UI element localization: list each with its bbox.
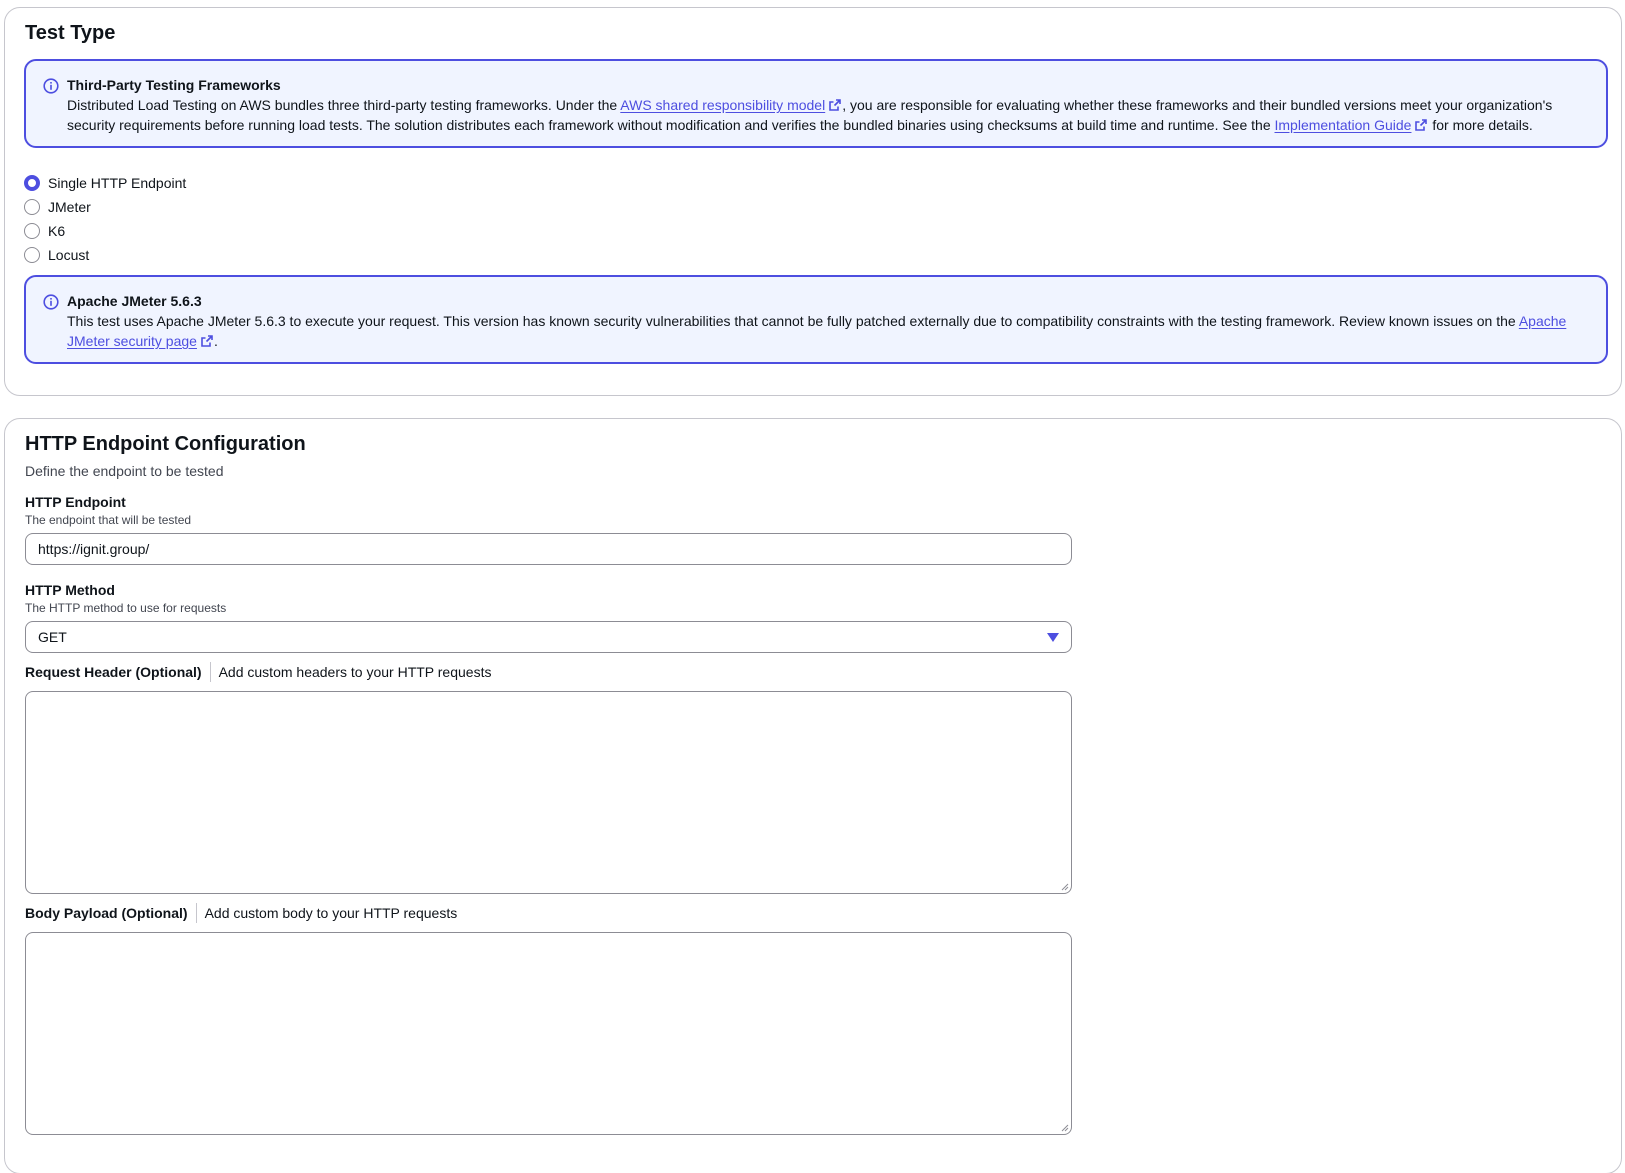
alert-body: This test uses Apache JMeter 5.6.3 to ex… [67,313,1566,349]
http-config-subtitle: Define the endpoint to be tested [25,463,224,479]
radio-option-single-http-endpoint[interactable]: Single HTTP Endpoint [24,171,186,195]
http-method-label: HTTP Method [25,582,115,598]
info-icon [43,294,59,310]
external-link-icon [829,99,842,111]
label-divider [209,662,211,682]
alert-text: . [213,333,218,349]
http-endpoint-label: HTTP Endpoint [25,494,126,510]
radio-button[interactable] [24,247,40,263]
radio-button[interactable] [24,223,40,239]
implementation-guide-link[interactable]: Implementation Guide [1275,117,1429,133]
http-method-value: GET [38,629,67,645]
external-link-icon [201,335,213,347]
aws-shared-responsibility-link[interactable]: AWS shared responsibility model [620,97,842,113]
body-payload-textarea[interactable] [25,932,1072,1135]
body-payload-label: Body Payload (Optional) [25,905,188,921]
link-label: Implementation Guide [1274,117,1412,133]
radio-label: K6 [48,223,66,239]
http-endpoint-description: The endpoint that will be tested [25,513,192,527]
info-icon [43,78,59,94]
radio-button-checked[interactable] [24,175,40,191]
resize-handle-icon[interactable] [1059,1122,1069,1132]
test-type-title: Test Type [25,22,116,44]
radio-option-jmeter[interactable]: JMeter [24,195,186,219]
page: Test Type Third-Party Testing Frameworks… [0,0,1625,1173]
alert-title: Apache JMeter 5.6.3 [67,293,202,309]
radio-label: JMeter [48,199,91,215]
resize-handle-icon[interactable] [1059,881,1069,891]
radio-label: Locust [48,247,90,263]
alert-title: Third-Party Testing Frameworks [67,77,281,93]
radio-button[interactable] [24,199,40,215]
jmeter-version-alert: Apache JMeter 5.6.3 This test uses Apach… [24,275,1608,364]
body-payload-description: Add custom body to your HTTP requests [204,905,458,921]
radio-label: Single HTTP Endpoint [48,175,187,191]
http-method-description: The HTTP method to use for requests [25,601,227,615]
request-header-label: Request Header (Optional) [25,664,202,680]
third-party-frameworks-alert: Third-Party Testing Frameworks Distribut… [24,59,1608,148]
caret-down-icon [1047,633,1059,642]
request-header-label-row: Request Header (Optional) Add custom hea… [25,661,491,683]
label-divider [195,903,197,923]
test-type-radio-group: Single HTTP Endpoint JMeter K6 Locust [24,171,186,267]
http-endpoint-input[interactable]: https://ignit.group/ [25,533,1072,565]
http-config-title: HTTP Endpoint Configuration [25,433,306,455]
request-header-textarea[interactable] [25,691,1072,894]
alert-body: Distributed Load Testing on AWS bundles … [67,97,1552,133]
external-link-icon [1415,119,1428,131]
alert-text: for more details. [1428,117,1533,133]
http-endpoint-config-panel: HTTP Endpoint Configuration Define the e… [4,418,1622,1173]
http-method-select[interactable]: GET [25,621,1072,653]
request-header-description: Add custom headers to your HTTP requests [218,664,492,680]
alert-text: This test uses Apache JMeter 5.6.3 to ex… [67,313,1519,329]
radio-option-k6[interactable]: K6 [24,219,186,243]
body-payload-label-row: Body Payload (Optional) Add custom body … [25,902,457,924]
link-label: AWS shared responsibility model [620,97,826,113]
radio-option-locust[interactable]: Locust [24,243,186,267]
alert-text: Distributed Load Testing on AWS bundles … [67,97,621,113]
http-endpoint-value: https://ignit.group/ [38,541,150,557]
test-type-panel: Test Type Third-Party Testing Frameworks… [4,7,1622,396]
